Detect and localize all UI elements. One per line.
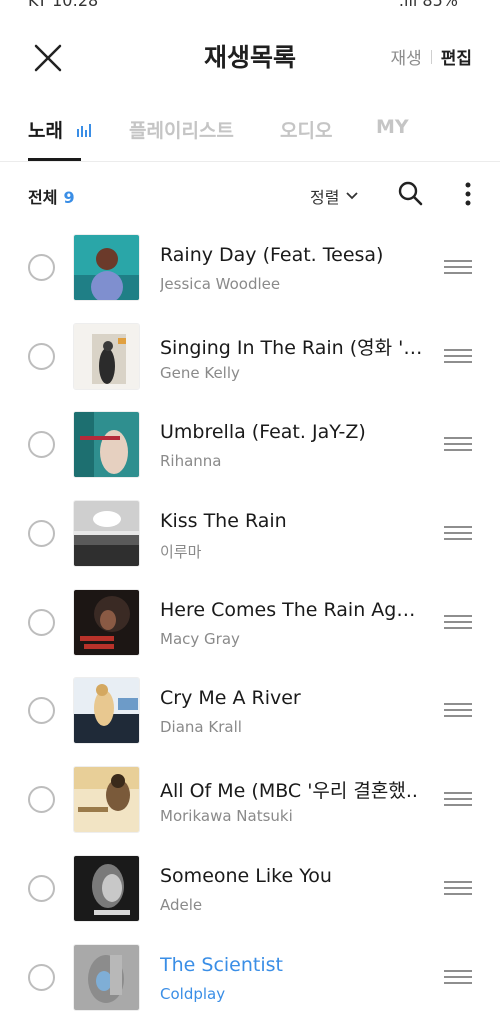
select-checkbox[interactable] [28, 874, 55, 902]
search-button[interactable] [396, 179, 424, 207]
song-row[interactable]: Kiss The Rain 이루마 [0, 489, 500, 578]
song-row[interactable]: All Of Me (MBC '우리 결혼했.. Morikawa Natsuk… [0, 755, 500, 844]
tab-songs[interactable]: 노래 [28, 116, 92, 143]
song-row[interactable]: Someone Like You Adele [0, 844, 500, 933]
song-artist: 이루마 [160, 543, 202, 562]
song-artist: Rihanna [160, 452, 222, 471]
search-icon [398, 181, 423, 206]
select-checkbox[interactable] [28, 520, 55, 548]
album-art-vintage-photo [73, 322, 140, 390]
header-actions: 재생 편집 [390, 44, 472, 69]
edit-button[interactable]: 편집 [441, 44, 472, 69]
song-artist: Morikawa Natsuki [160, 807, 293, 826]
song-title: Kiss The Rain [160, 510, 287, 533]
chevron-down-icon [346, 192, 359, 200]
album-art-dark-red-text [73, 588, 140, 656]
song-artist: Macy Gray [160, 629, 240, 648]
tab-songs-label: 노래 [28, 120, 63, 142]
status-battery: .ıll 85% [398, 0, 458, 10]
album-art-teal-dark [73, 411, 140, 479]
total-label: 전체 [28, 188, 58, 207]
select-checkbox[interactable] [28, 963, 55, 991]
select-checkbox[interactable] [28, 697, 55, 725]
song-title: Umbrella (Feat. JaY-Z) [160, 421, 366, 444]
select-checkbox[interactable] [28, 786, 55, 814]
play-button[interactable]: 재생 [390, 44, 421, 69]
album-art-warm-jazz [73, 766, 140, 834]
close-button[interactable] [26, 38, 70, 82]
song-row[interactable]: Umbrella (Feat. JaY-Z) Rihanna [0, 400, 500, 489]
song-artist: Coldplay [160, 984, 226, 1003]
select-checkbox[interactable] [28, 431, 55, 459]
song-row-now-playing[interactable]: The Scientist Coldplay [0, 933, 500, 1022]
song-title: Cry Me A River [160, 687, 301, 710]
select-checkbox[interactable] [28, 342, 55, 370]
song-row[interactable]: Cry Me A River Diana Krall [0, 666, 500, 755]
song-title: All Of Me (MBC '우리 결혼했.. [160, 780, 418, 803]
song-title: Here Comes The Rain Agai.. [160, 598, 425, 621]
status-time: KT 10:28 [28, 0, 99, 10]
song-artist: Adele [160, 895, 203, 914]
tab-my[interactable]: MY [376, 116, 409, 138]
more-vertical-icon [465, 182, 471, 206]
album-art-bw-portrait [73, 854, 140, 922]
header: 재생목록 재생 편집 [0, 24, 500, 84]
song-title: Someone Like You [160, 864, 332, 887]
tab-bar: 노래 플레이리스트 오디오 MY [0, 108, 500, 162]
song-title: The Scientist [160, 953, 283, 976]
song-list: Rainy Day (Feat. Teesa) Jessica Woodlee … [0, 223, 500, 1021]
album-art-blue-piano [73, 677, 140, 745]
drag-handle-icon[interactable] [444, 437, 472, 453]
tab-playlist[interactable]: 플레이리스트 [129, 116, 234, 143]
drag-handle-icon[interactable] [444, 792, 472, 808]
close-icon [34, 44, 62, 72]
song-title: Singing In The Rain (영화 '사.. [160, 336, 425, 359]
list-toolbar: 전체 9 정렬 [0, 170, 500, 216]
total-count: 9 [63, 188, 75, 207]
equalizer-icon [76, 123, 91, 137]
song-artist: Diana Krall [160, 718, 242, 737]
sort-label: 정렬 [310, 188, 340, 207]
more-options-button[interactable] [460, 180, 476, 208]
tab-audio[interactable]: 오디오 [280, 116, 332, 143]
drag-handle-icon[interactable] [444, 526, 472, 542]
active-tab-indicator [28, 158, 81, 161]
song-row[interactable]: Here Comes The Rain Agai.. Macy Gray [0, 578, 500, 667]
album-art-grey-abstract [73, 943, 140, 1011]
drag-handle-icon[interactable] [444, 260, 472, 276]
select-checkbox[interactable] [28, 608, 55, 636]
drag-handle-icon[interactable] [444, 703, 472, 719]
album-art-teal-portrait [73, 234, 140, 301]
drag-handle-icon[interactable] [444, 880, 472, 897]
status-bar: KT 10:28 .ıll 85% [0, 0, 500, 12]
drag-handle-icon[interactable] [444, 614, 472, 631]
album-art-grey-landscape [73, 500, 140, 568]
select-checkbox[interactable] [28, 254, 55, 281]
drag-handle-icon[interactable] [444, 969, 472, 986]
total-count-label: 전체 9 [28, 184, 75, 208]
song-artist: Gene Kelly [160, 363, 240, 382]
song-title: Rainy Day (Feat. Teesa) [160, 244, 384, 266]
song-row[interactable]: Rainy Day (Feat. Teesa) Jessica Woodlee [0, 223, 500, 312]
sort-button[interactable]: 정렬 [310, 184, 359, 208]
divider [430, 49, 432, 64]
song-row[interactable]: Singing In The Rain (영화 '사.. Gene Kelly [0, 312, 500, 401]
song-artist: Jessica Woodlee [160, 275, 281, 293]
drag-handle-icon[interactable] [444, 348, 472, 365]
